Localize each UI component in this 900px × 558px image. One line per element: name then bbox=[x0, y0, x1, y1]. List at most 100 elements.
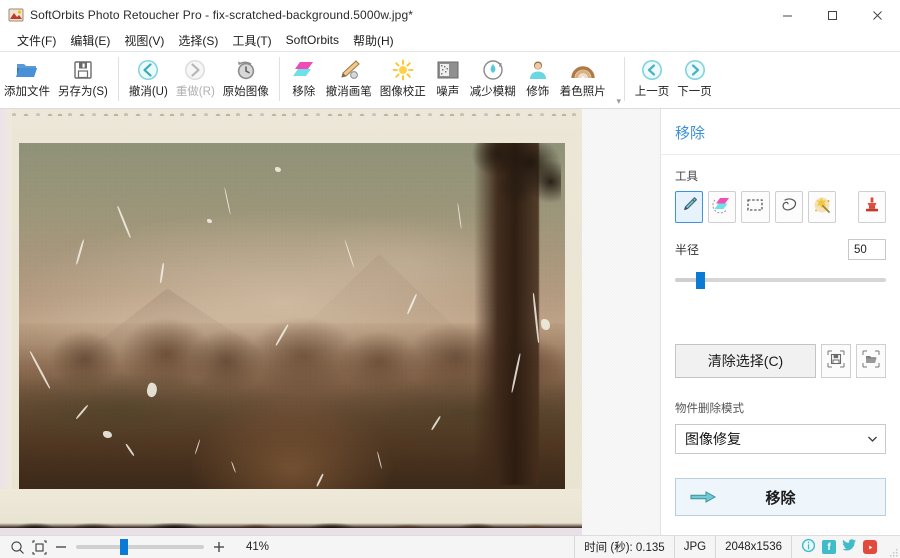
facebook-icon[interactable]: f bbox=[822, 540, 836, 554]
magic-wand-icon bbox=[812, 195, 832, 220]
prev-page-button[interactable]: 上一页 bbox=[631, 55, 674, 99]
remove-label: 移除 bbox=[292, 86, 316, 98]
lilac-background-strip bbox=[0, 528, 582, 535]
arrow-right-icon bbox=[690, 490, 716, 504]
menu-edit[interactable]: 编辑(E) bbox=[63, 30, 117, 52]
noise-button[interactable]: 噪声 bbox=[430, 55, 466, 99]
youtube-icon[interactable] bbox=[863, 540, 877, 554]
maximize-button[interactable] bbox=[810, 0, 855, 30]
scratched-vintage-photo[interactable] bbox=[0, 109, 582, 535]
undo-brush-button[interactable]: 撤消画笔 bbox=[322, 55, 376, 99]
undo-arrow-icon bbox=[136, 57, 160, 83]
menu-tools[interactable]: 工具(T) bbox=[225, 30, 278, 52]
menu-view[interactable]: 视图(V) bbox=[117, 30, 171, 52]
twitter-icon[interactable] bbox=[842, 539, 857, 555]
left-paper-edge bbox=[0, 109, 12, 535]
mode-selected-value: 图像修复 bbox=[685, 431, 741, 447]
menu-file[interactable]: 文件(F) bbox=[10, 30, 63, 52]
object-removal-mode-select[interactable]: 图像修复 bbox=[675, 424, 886, 454]
radius-input[interactable]: 50 bbox=[848, 239, 886, 260]
undo-label: 撤消(U) bbox=[128, 86, 168, 98]
load-selection-icon bbox=[862, 350, 880, 373]
clock-revert-icon bbox=[234, 57, 258, 83]
tool-marker[interactable] bbox=[675, 191, 704, 223]
info-icon[interactable] bbox=[801, 538, 816, 556]
apply-remove-button[interactable]: 移除 bbox=[675, 478, 886, 516]
menu-help[interactable]: 帮助(H) bbox=[346, 30, 401, 52]
radius-slider-fill bbox=[675, 278, 697, 282]
add-file-button[interactable]: 添加文件 bbox=[0, 55, 54, 99]
deblur-drop-icon bbox=[481, 57, 505, 83]
tools-label: 工具 bbox=[675, 171, 698, 183]
portrait-retouch-icon bbox=[526, 57, 550, 83]
noise-label: 噪声 bbox=[436, 86, 460, 98]
remove-shapes-icon bbox=[292, 57, 316, 83]
zoom-magnifier-icon[interactable] bbox=[6, 536, 28, 558]
social-links: f bbox=[791, 536, 887, 558]
redo-button[interactable]: 重做(R) bbox=[172, 55, 219, 99]
clear-selection-button[interactable]: 清除选择(C) bbox=[675, 344, 816, 378]
tool-rectangle-select[interactable] bbox=[741, 191, 770, 223]
zoom-slider[interactable] bbox=[76, 536, 204, 558]
next-page-label: 下一页 bbox=[677, 86, 712, 98]
photo-image-area bbox=[19, 143, 565, 489]
torn-top-edge bbox=[0, 109, 582, 123]
open-folder-icon bbox=[15, 57, 39, 83]
eraser-shapes-icon bbox=[712, 195, 732, 220]
image-canvas[interactable] bbox=[0, 109, 660, 535]
tool-lasso[interactable] bbox=[774, 191, 803, 223]
colorize-photo-label: 着色照片 bbox=[559, 86, 606, 98]
tool-brush-erase[interactable] bbox=[708, 191, 737, 223]
remove-button[interactable]: 移除 bbox=[286, 55, 322, 99]
toolbar-separator bbox=[278, 57, 280, 101]
zoom-slider-thumb[interactable] bbox=[119, 539, 128, 555]
prev-page-label: 上一页 bbox=[634, 86, 670, 98]
add-file-label: 添加文件 bbox=[4, 86, 50, 98]
application-window: SoftOrbits Photo Retoucher Pro - fix-scr… bbox=[0, 0, 900, 558]
minimize-button[interactable] bbox=[765, 0, 810, 30]
radius-label: 半径 bbox=[675, 243, 700, 257]
toolbar-group-file: 添加文件 另存为(S) bbox=[0, 55, 112, 107]
menu-softorbits[interactable]: SoftOrbits bbox=[279, 31, 346, 50]
chevron-down-icon bbox=[868, 435, 877, 444]
film-grain bbox=[19, 143, 565, 489]
retouch-button[interactable]: 修饰 bbox=[520, 55, 556, 99]
radius-slider-track bbox=[675, 278, 886, 282]
brightness-sun-icon bbox=[391, 57, 415, 83]
rectangle-select-icon bbox=[745, 195, 765, 220]
next-page-button[interactable]: 下一页 bbox=[673, 55, 716, 99]
save-as-button[interactable]: 另存为(S) bbox=[54, 55, 112, 99]
fit-to-window-icon[interactable] bbox=[28, 536, 50, 558]
original-image-button[interactable]: 原始图像 bbox=[219, 55, 273, 99]
resize-grip-icon[interactable] bbox=[887, 546, 899, 558]
file-format-label: JPG bbox=[673, 536, 715, 558]
menu-select[interactable]: 选择(S) bbox=[171, 30, 225, 52]
radius-slider-thumb[interactable] bbox=[696, 272, 706, 289]
load-selection-button[interactable] bbox=[856, 344, 886, 378]
zoom-percent-label: 41% bbox=[246, 541, 270, 553]
reduce-blur-button[interactable]: 减少模糊 bbox=[466, 55, 520, 99]
clone-stamp-icon bbox=[862, 195, 882, 220]
retouch-label: 修饰 bbox=[526, 86, 550, 98]
zoom-in-button[interactable] bbox=[208, 536, 230, 558]
toolbar-separator bbox=[117, 57, 119, 101]
ribbon-toolbar: 添加文件 另存为(S) 撤消(U) 重做(R) 原始图像 移除 撤消画笔 图像校… bbox=[0, 52, 900, 109]
toolbar-group-effects: 移除 撤消画笔 图像校正 噪声 减少模糊 修饰 着色照片 bbox=[286, 55, 610, 107]
zoom-slider-track bbox=[76, 545, 204, 549]
zoom-out-button[interactable] bbox=[50, 536, 72, 558]
image-correction-button[interactable]: 图像校正 bbox=[376, 55, 430, 99]
window-title: SoftOrbits Photo Retoucher Pro - fix-scr… bbox=[30, 7, 413, 22]
save-selection-button[interactable] bbox=[821, 344, 851, 378]
radius-slider[interactable] bbox=[675, 272, 886, 289]
tool-magic-wand[interactable] bbox=[807, 191, 836, 223]
ribbon-expand-icon[interactable]: ▾ bbox=[616, 97, 621, 106]
save-selection-icon bbox=[827, 350, 845, 373]
colorize-photo-button[interactable]: 着色照片 bbox=[556, 55, 610, 99]
original-image-label: 原始图像 bbox=[222, 86, 269, 98]
close-button[interactable] bbox=[855, 0, 900, 30]
undo-brush-icon bbox=[337, 57, 361, 83]
undo-button[interactable]: 撤消(U) bbox=[125, 55, 172, 99]
tool-clone-stamp[interactable] bbox=[857, 191, 887, 223]
toolbar-separator bbox=[623, 57, 625, 101]
radius-row: 半径 50 bbox=[675, 239, 886, 260]
